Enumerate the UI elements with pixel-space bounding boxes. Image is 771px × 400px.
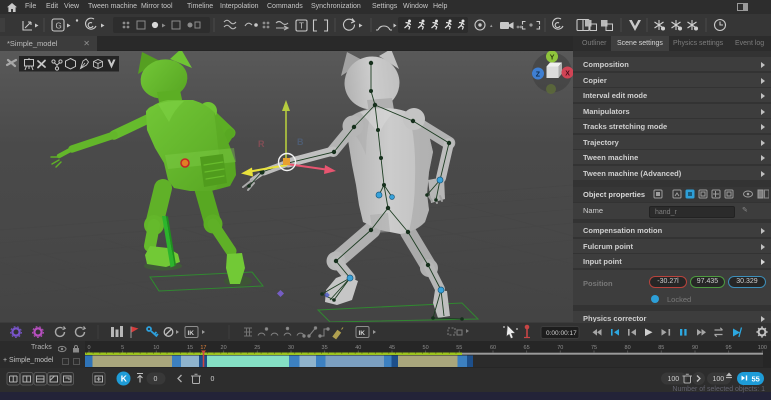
- svg-text:X: X: [565, 70, 570, 77]
- svg-text:25: 25: [254, 345, 260, 351]
- svg-text:60: 60: [490, 345, 496, 351]
- svg-text:75: 75: [591, 345, 597, 351]
- svg-text:0: 0: [211, 376, 215, 383]
- svg-text:0: 0: [154, 376, 158, 383]
- svg-text:10: 10: [153, 345, 159, 351]
- svg-text:90: 90: [692, 345, 698, 351]
- svg-text:Y: Y: [550, 54, 555, 61]
- svg-text:40: 40: [355, 345, 361, 351]
- svg-text:100: 100: [713, 376, 725, 383]
- svg-text:95: 95: [726, 345, 732, 351]
- svg-text:70: 70: [557, 345, 563, 351]
- svg-text:45: 45: [389, 345, 395, 351]
- svg-text:5: 5: [121, 345, 124, 351]
- svg-text:55: 55: [752, 374, 760, 383]
- svg-text:100: 100: [668, 376, 680, 383]
- svg-text:85: 85: [658, 345, 664, 351]
- svg-text:G: G: [56, 22, 62, 31]
- svg-text:T: T: [299, 22, 304, 31]
- svg-text:R: R: [258, 139, 265, 149]
- svg-text:80: 80: [625, 345, 631, 351]
- svg-text:17: 17: [200, 345, 206, 351]
- svg-text:IK: IK: [188, 330, 195, 337]
- svg-text:50: 50: [423, 345, 429, 351]
- svg-text:100: 100: [758, 345, 767, 351]
- svg-text:0:00:00:17: 0:00:00:17: [546, 330, 577, 337]
- svg-text:35: 35: [322, 345, 328, 351]
- svg-text:15: 15: [187, 345, 193, 351]
- svg-text:55: 55: [456, 345, 462, 351]
- svg-text:0: 0: [87, 345, 90, 351]
- svg-text:20: 20: [221, 345, 227, 351]
- svg-text:B: B: [297, 137, 304, 147]
- svg-text:IK: IK: [359, 330, 366, 337]
- svg-text:Z: Z: [536, 71, 541, 78]
- svg-text:K: K: [121, 374, 128, 384]
- svg-text:65: 65: [524, 345, 530, 351]
- svg-text:30: 30: [288, 345, 294, 351]
